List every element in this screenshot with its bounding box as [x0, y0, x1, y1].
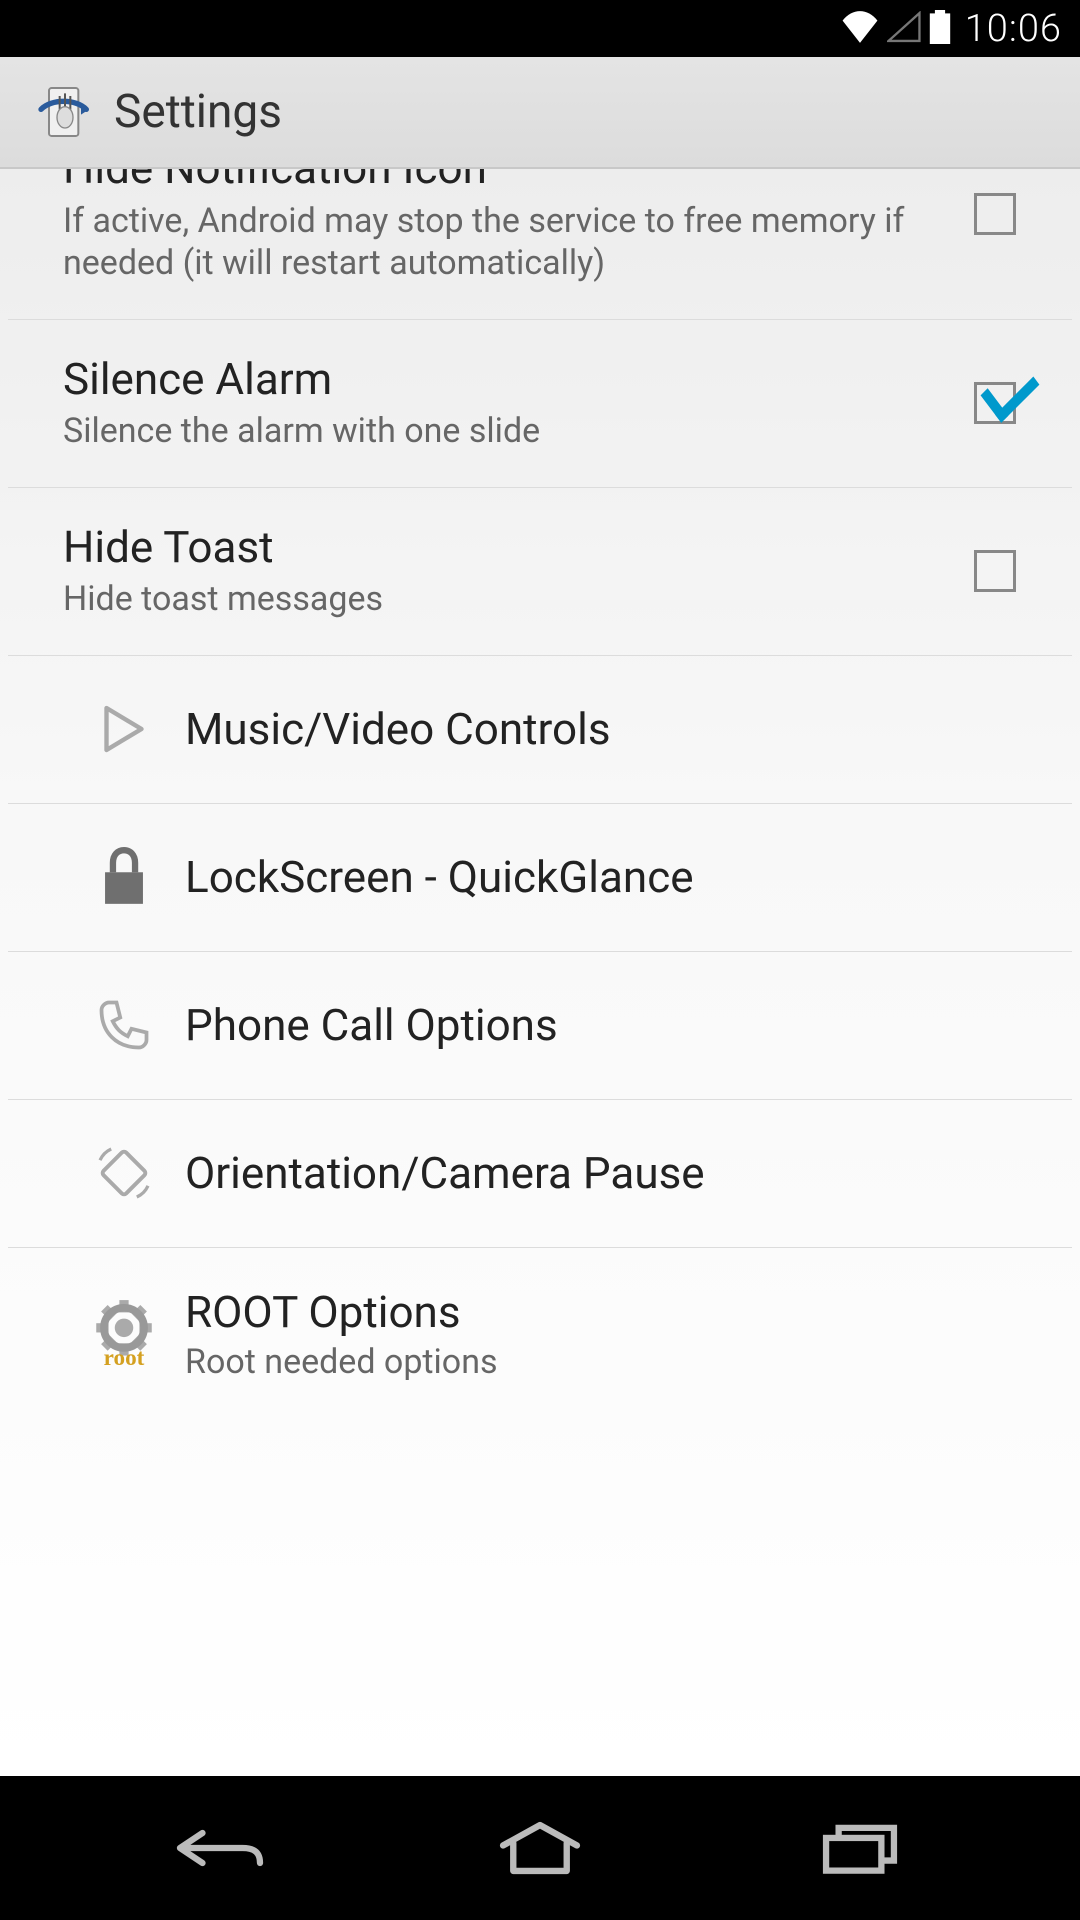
pref-subtitle: Hide toast messages [63, 578, 954, 621]
wifi-icon [841, 11, 879, 47]
pref-subtitle: Silence the alarm with one slide [63, 410, 954, 453]
nav-title: LockScreen - QuickGlance [185, 851, 1044, 903]
nav-phone-call[interactable]: Phone Call Options [8, 952, 1072, 1100]
nav-lockscreen[interactable]: LockScreen - QuickGlance [8, 804, 1072, 952]
nav-title: Orientation/Camera Pause [185, 1147, 1044, 1199]
pref-hide-notification[interactable]: Hide Notification Icon If active, Androi… [8, 169, 1072, 320]
pref-silence-alarm[interactable]: Silence Alarm Silence the alarm with one… [8, 320, 1072, 488]
checkbox[interactable] [974, 193, 1016, 235]
settings-list[interactable]: Hide Notification Icon If active, Androi… [0, 169, 1080, 1776]
gear-root-icon: root [63, 1297, 185, 1371]
nav-music-video[interactable]: Music/Video Controls [8, 656, 1072, 804]
pref-title: Hide Notification Icon [63, 169, 954, 194]
cell-signal-icon [887, 11, 921, 47]
pref-title: Silence Alarm [63, 354, 954, 405]
pref-hide-toast[interactable]: Hide Toast Hide toast messages [8, 488, 1072, 656]
action-bar: Settings [0, 57, 1080, 169]
nav-orientation[interactable]: Orientation/Camera Pause [8, 1100, 1072, 1248]
phone-icon [63, 995, 185, 1055]
nav-subtitle: Root needed options [185, 1342, 1044, 1382]
checkbox-checked[interactable] [974, 382, 1016, 424]
nav-title: Phone Call Options [185, 999, 1044, 1051]
home-button[interactable] [460, 1808, 620, 1888]
nav-title: ROOT Options [185, 1286, 1044, 1338]
recents-button[interactable] [780, 1808, 940, 1888]
checkbox[interactable] [974, 550, 1016, 592]
status-bar: 10:06 [0, 0, 1080, 57]
nav-root-options[interactable]: root ROOT Options Root needed options [8, 1248, 1072, 1420]
lock-icon [63, 847, 185, 907]
page-title: Settings [114, 85, 282, 139]
battery-icon [929, 10, 951, 48]
back-button[interactable] [140, 1808, 300, 1888]
nav-title: Music/Video Controls [185, 703, 1044, 755]
pref-subtitle: If active, Android may stop the service … [63, 200, 954, 285]
app-icon [30, 77, 100, 147]
pref-title: Hide Toast [63, 522, 954, 573]
system-nav-bar [0, 1776, 1080, 1920]
play-icon [63, 701, 185, 757]
rotate-icon [63, 1141, 185, 1205]
svg-text:root: root [104, 1345, 145, 1371]
status-clock: 10:06 [965, 7, 1062, 51]
